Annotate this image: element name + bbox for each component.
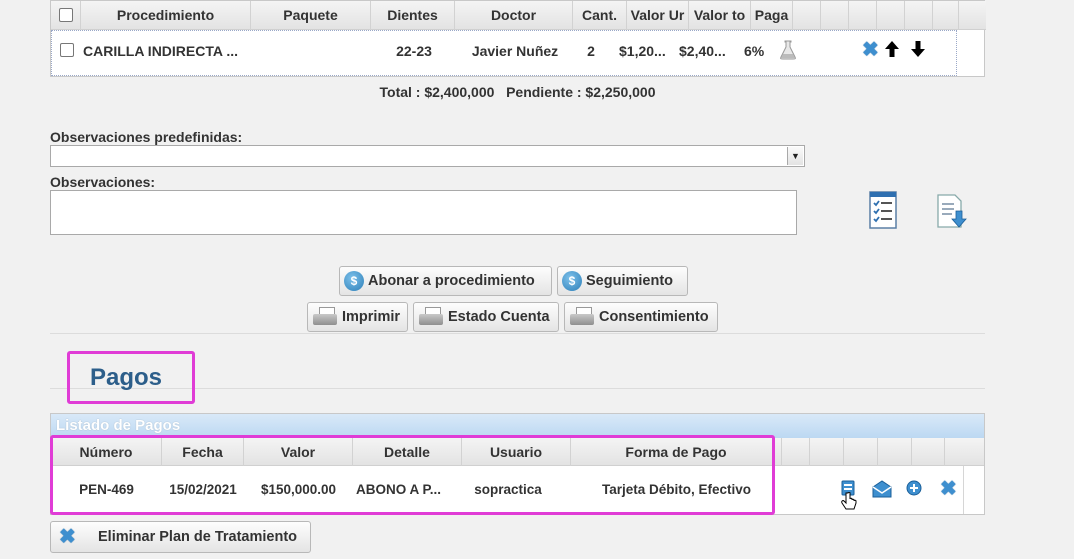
cell-detalle: ABONO A P...: [355, 482, 441, 497]
seguimiento-button[interactable]: $ Seguimiento: [557, 266, 688, 296]
col-procedimiento[interactable]: Procedimiento: [81, 1, 251, 30]
col-valor-total[interactable]: Valor to: [689, 1, 751, 30]
pagos-table-header: Número Fecha Valor Detalle Usuario Forma…: [51, 438, 984, 466]
cell-fecha: 15/02/2021: [169, 482, 237, 497]
procedure-row[interactable]: CARILLA INDIRECTA ... 22-23 Javier Nuñez…: [51, 30, 957, 76]
cell-paga: 6%: [744, 43, 765, 59]
col-empty-3: [849, 1, 877, 30]
col-paga[interactable]: Paga: [751, 1, 793, 30]
lab-flask-icon[interactable]: [779, 40, 797, 60]
section-divider: [50, 333, 985, 334]
delete-procedure-icon[interactable]: ✖: [862, 37, 882, 63]
col-empty-4: [878, 438, 912, 466]
col-empty-5: [905, 1, 933, 30]
pago-row[interactable]: PEN-469 15/02/2021 $150,000.00 ABONO A P…: [51, 466, 964, 514]
cell-numero: PEN-469: [79, 482, 134, 497]
col-paquete[interactable]: Paquete: [251, 1, 371, 30]
observaciones-predefinidas-select[interactable]: ▼: [50, 145, 805, 167]
procedures-table-header: Procedimiento Paquete Dientes Doctor Can…: [51, 1, 986, 30]
cell-valor-unitario: $1,20...: [619, 43, 666, 59]
pagos-title: Pagos: [67, 351, 195, 404]
imprimir-button[interactable]: Imprimir: [307, 302, 408, 332]
col-empty-1: [793, 1, 821, 30]
row-checkbox-cell: [60, 31, 80, 75]
select-all-cell: [51, 1, 81, 30]
col-empty-2: [821, 1, 849, 30]
cell-valor: $150,000.00: [260, 482, 337, 497]
col-dientes[interactable]: Dientes: [371, 1, 455, 30]
col-detalle[interactable]: Detalle: [353, 438, 462, 466]
cell-procedimiento: CARILLA INDIRECTA ...: [83, 43, 239, 59]
pagos-table-caption: Listado de Pagos: [51, 414, 984, 438]
delete-x-icon: ✖: [59, 526, 76, 548]
add-circle-icon[interactable]: [906, 480, 924, 498]
cell-doctor: Javier Nuñez: [471, 43, 559, 59]
cell-cant: 2: [587, 43, 595, 59]
col-empty-6: [933, 1, 959, 30]
col-forma-pago[interactable]: Forma de Pago: [571, 438, 782, 466]
checklist-document-icon[interactable]: [867, 190, 899, 230]
col-empty-2: [810, 438, 844, 466]
move-down-icon[interactable]: [910, 40, 926, 60]
chevron-down-icon[interactable]: ▼: [787, 147, 803, 165]
observaciones-predefinidas-label: Observaciones predefinidas:: [50, 129, 243, 145]
estado-cuenta-label: Estado Cuenta: [448, 309, 550, 325]
dollar-coin-icon: $: [562, 271, 582, 291]
estado-cuenta-button[interactable]: Estado Cuenta: [413, 302, 559, 332]
observaciones-label: Observaciones:: [50, 174, 156, 190]
row-checkbox[interactable]: [60, 43, 74, 57]
seguimiento-label: Seguimiento: [586, 273, 674, 289]
abonar-procedimiento-label: Abonar a procedimiento: [368, 273, 535, 289]
consentimiento-label: Consentimiento: [599, 309, 709, 325]
cell-valor-total: $2,40...: [679, 43, 726, 59]
col-empty-3: [844, 438, 878, 466]
col-empty-1: [782, 438, 810, 466]
col-fecha[interactable]: Fecha: [162, 438, 244, 466]
col-empty-4: [877, 1, 905, 30]
observaciones-textarea[interactable]: [50, 190, 797, 235]
totals-summary: Total : $2,400,000 Pendiente : $2,250,00…: [379, 84, 656, 100]
col-cant[interactable]: Cant.: [573, 1, 627, 30]
cell-forma-pago: Tarjeta Débito, Efectivo: [601, 482, 752, 497]
abonar-procedimiento-button[interactable]: $ Abonar a procedimiento: [339, 266, 552, 296]
col-numero[interactable]: Número: [51, 438, 162, 466]
download-document-icon[interactable]: [935, 193, 967, 231]
col-valor-unitario[interactable]: Valor Ur: [627, 1, 689, 30]
cell-paquete: [252, 31, 372, 75]
cell-usuario: sopractica: [474, 482, 542, 497]
email-envelope-icon[interactable]: [872, 480, 892, 498]
dollar-coin-icon: $: [344, 271, 364, 291]
col-usuario[interactable]: Usuario: [462, 438, 571, 466]
printer-icon: [569, 306, 595, 328]
delete-payment-icon[interactable]: ✖: [940, 476, 960, 502]
col-doctor[interactable]: Doctor: [455, 1, 573, 30]
procedures-table: Procedimiento Paquete Dientes Doctor Can…: [50, 0, 986, 77]
move-up-icon[interactable]: [884, 40, 900, 60]
select-all-checkbox[interactable]: [58, 8, 73, 22]
consentimiento-button[interactable]: Consentimiento: [564, 302, 718, 332]
printer-icon: [312, 306, 338, 328]
hand-cursor-icon: [841, 491, 857, 512]
cell-dientes: 22-23: [396, 43, 432, 59]
pagos-table: Listado de Pagos Número Fecha Valor Deta…: [50, 413, 985, 515]
imprimir-label: Imprimir: [342, 309, 401, 325]
eliminar-plan-label: Eliminar Plan de Tratamiento: [98, 529, 298, 545]
eliminar-plan-button[interactable]: ✖ Eliminar Plan de Tratamiento: [50, 521, 311, 553]
col-valor[interactable]: Valor: [244, 438, 353, 466]
col-empty-5: [912, 438, 945, 466]
printer-icon: [418, 306, 444, 328]
